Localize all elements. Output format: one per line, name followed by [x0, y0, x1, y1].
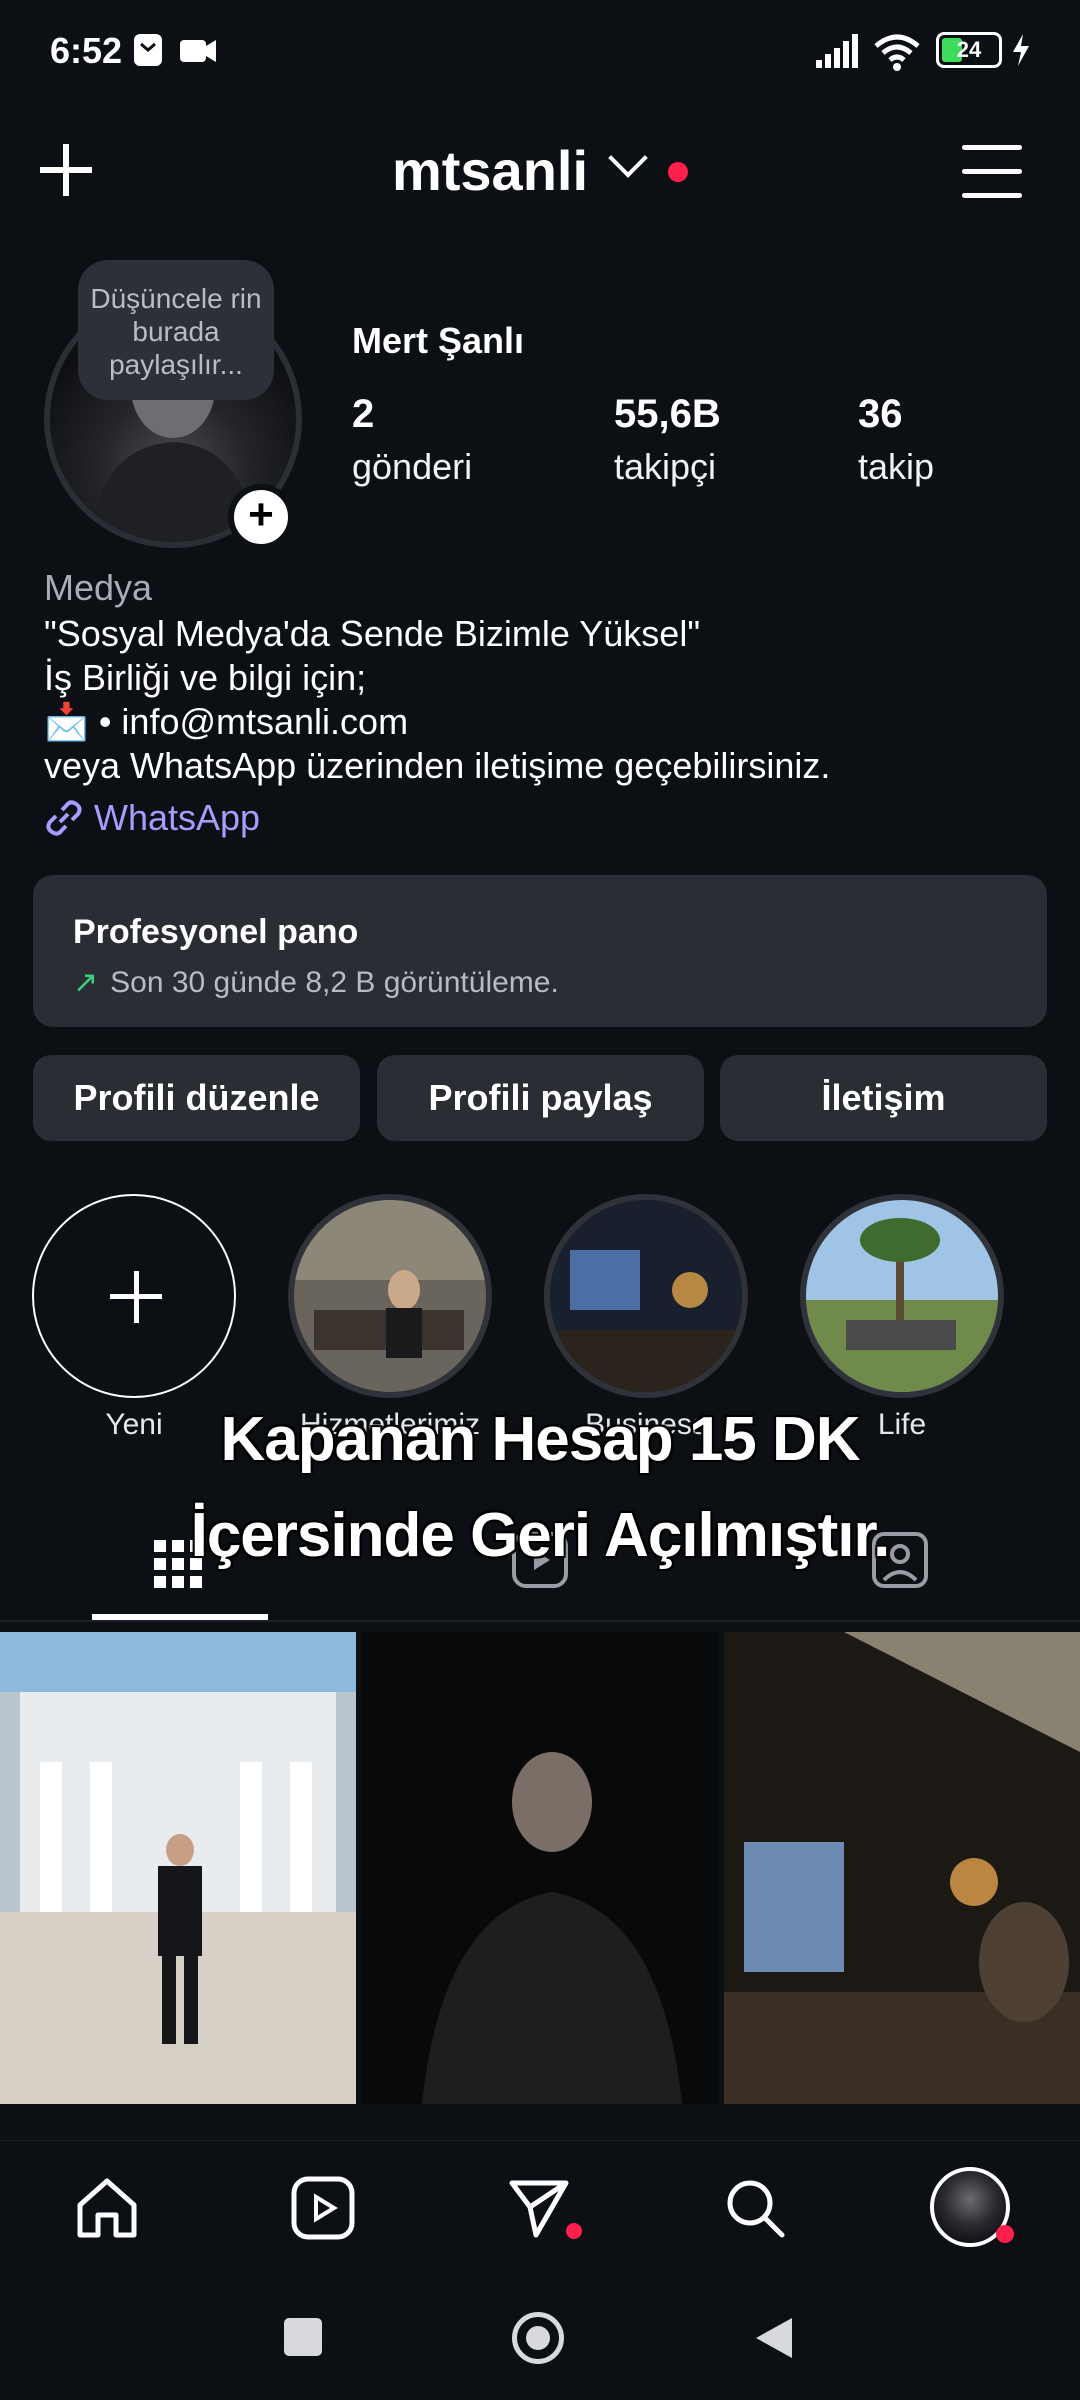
- following-count[interactable]: 36: [858, 392, 903, 437]
- edit-profile-button[interactable]: Profili düzenle: [33, 1055, 360, 1141]
- battery-level: 24: [956, 37, 982, 62]
- dashboard-title: Profesyonel pano: [73, 913, 359, 951]
- posts-count[interactable]: 2: [352, 392, 374, 437]
- note-bubble[interactable]: Düşüncele rin burada paylaşılır...: [78, 260, 274, 400]
- trend-up-icon: ↗: [73, 966, 99, 999]
- active-tab-indicator: [92, 1614, 268, 1620]
- reels-icon[interactable]: [290, 2175, 356, 2241]
- battery-icon: 24: [936, 32, 1002, 68]
- username: mtsanli: [391, 139, 589, 202]
- back-icon[interactable]: [752, 2314, 796, 2362]
- link-label: WhatsApp: [94, 797, 261, 838]
- following-label[interactable]: takip: [858, 446, 934, 488]
- followers-label[interactable]: takipçi: [614, 446, 716, 488]
- search-icon[interactable]: [722, 2175, 788, 2241]
- bio-line-2: İş Birliği ve bilgi için;: [44, 657, 367, 698]
- account-switcher[interactable]: mtsanli: [0, 138, 1080, 203]
- bio-line-4: veya WhatsApp üzerinden iletişime geçebi…: [44, 745, 831, 786]
- system-navigation-bar: [0, 2280, 1080, 2400]
- share-profile-button[interactable]: Profili paylaş: [377, 1055, 704, 1141]
- post-thumbnail[interactable]: [0, 1632, 356, 2104]
- notification-icon: [134, 34, 162, 66]
- profile-name: Mert Şanlı: [352, 320, 525, 361]
- dashboard-subtitle: ↗ Son 30 günde 8,2 B görüntüleme.: [73, 966, 559, 999]
- status-time: 6:52: [50, 30, 123, 71]
- send-icon[interactable]: [506, 2175, 572, 2241]
- post-thumbnail[interactable]: [362, 1632, 718, 2104]
- add-story-icon[interactable]: +: [228, 484, 294, 550]
- contact-button[interactable]: İletişim: [720, 1055, 1047, 1141]
- bio-line-1: "Sosyal Medya'da Sende Bizimle Yüksel": [44, 613, 701, 654]
- chevron-down-icon: [608, 138, 648, 178]
- post-thumbnail[interactable]: [724, 1632, 1080, 2104]
- bio-line-3: 📩 • info@mtsanli.com: [44, 701, 409, 742]
- professional-dashboard[interactable]: Profesyonel pano ↗ Son 30 günde 8,2 B gör…: [33, 875, 1047, 1027]
- profile-link[interactable]: WhatsApp: [44, 796, 260, 840]
- hamburger-menu-icon[interactable]: [962, 145, 1022, 199]
- video-camera-icon: [180, 40, 216, 62]
- caption-line-1: Kapanan Hesap 15 DK: [220, 1405, 860, 1474]
- profile-notification-dot: [996, 2225, 1014, 2243]
- recent-apps-icon[interactable]: [284, 2318, 322, 2356]
- charging-icon: [1013, 34, 1029, 66]
- signal-icon: [816, 34, 858, 68]
- followers-count[interactable]: 55,6B: [614, 392, 721, 437]
- messages-notification-dot: [566, 2223, 582, 2239]
- highlight-business[interactable]: [544, 1194, 748, 1398]
- link-icon: [46, 800, 82, 836]
- wifi-icon: [874, 34, 920, 71]
- profile-category: Medya: [44, 567, 153, 608]
- tab-divider: [0, 1620, 1080, 1622]
- bottom-navigation: [0, 2140, 1080, 2271]
- home-button-icon[interactable]: [512, 2312, 564, 2364]
- posts-label[interactable]: gönderi: [352, 446, 472, 488]
- status-bar: 6:52 24: [0, 0, 1080, 110]
- highlight-hizmetlerimiz[interactable]: [288, 1194, 492, 1398]
- new-highlight-button[interactable]: [32, 1194, 236, 1398]
- notification-dot: [668, 162, 689, 182]
- highlight-life[interactable]: [800, 1194, 1004, 1398]
- caption-line-2: İçersinde Geri Açılmıştır.: [190, 1501, 891, 1570]
- home-icon[interactable]: [74, 2175, 140, 2241]
